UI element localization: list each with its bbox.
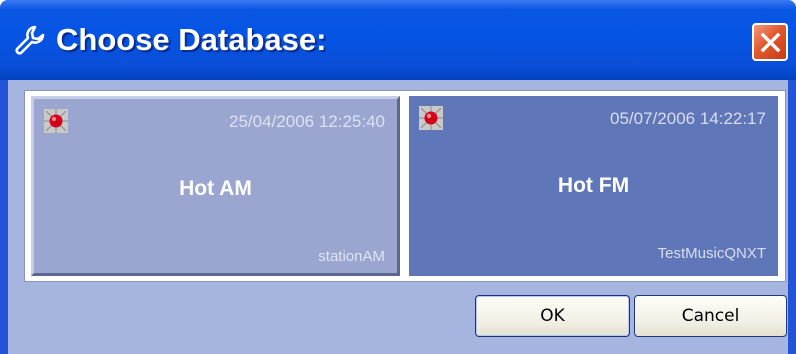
wrench-icon — [15, 25, 45, 55]
database-tile-hot-fm[interactable]: 05/07/2006 14:22:17 Hot FM TestMusicQNXT — [409, 96, 778, 276]
title-bar[interactable]: Choose Database: — [0, 0, 796, 80]
cancel-button[interactable]: Cancel — [634, 295, 787, 337]
database-name: Hot FM — [557, 174, 630, 197]
dialog-title: Choose Database: — [56, 22, 327, 57]
database-station: TestMusicQNXT — [657, 245, 766, 262]
ok-button[interactable]: OK — [475, 295, 630, 337]
database-station: stationAM — [318, 248, 385, 265]
close-icon — [760, 32, 781, 53]
database-timestamp: 05/07/2006 14:22:17 — [610, 109, 766, 128]
red-ball-icon — [419, 106, 443, 130]
choose-database-dialog: Choose Database: 25/04/2006 12:25:40 Hot… — [0, 0, 796, 354]
database-list: 25/04/2006 12:25:40 Hot AM stationAM 05/… — [24, 90, 786, 282]
red-ball-icon — [44, 109, 68, 133]
database-tile-hot-am[interactable]: 25/04/2006 12:25:40 Hot AM stationAM — [31, 96, 400, 276]
database-name: Hot AM — [179, 177, 252, 200]
close-button[interactable] — [752, 23, 788, 61]
database-timestamp: 25/04/2006 12:25:40 — [229, 112, 385, 131]
dialog-body: 25/04/2006 12:25:40 Hot AM stationAM 05/… — [8, 80, 788, 354]
